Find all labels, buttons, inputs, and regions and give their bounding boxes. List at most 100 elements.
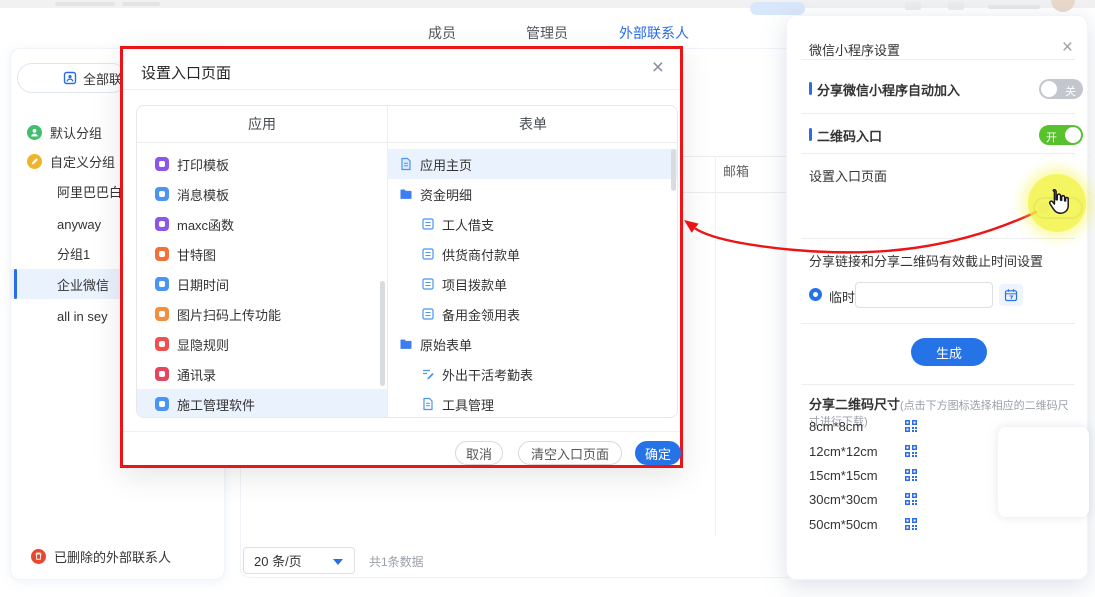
form-icon <box>421 307 435 321</box>
app-item[interactable]: maxc函数 <box>137 209 387 239</box>
app-item-label: 图片扫码上传功能 <box>177 305 281 324</box>
qr-download-icon[interactable] <box>904 444 918 458</box>
app-item-label: 打印模板 <box>177 155 229 174</box>
temporary-radio[interactable] <box>809 288 822 301</box>
form-icon <box>421 247 435 261</box>
toggle-knob <box>1065 127 1081 143</box>
app-icon <box>155 217 169 231</box>
close-icon[interactable]: × <box>1062 38 1073 57</box>
divider <box>801 384 1075 385</box>
avatar-fragment <box>1051 0 1075 12</box>
app-item-label: 施工管理软件 <box>177 395 255 414</box>
form-item-label: 供货商付款单 <box>442 245 520 264</box>
auto-join-toggle[interactable]: 关 <box>1039 79 1083 99</box>
form-item[interactable]: 备用金领用表 <box>387 299 678 329</box>
app-item[interactable]: 图片扫码上传功能 <box>137 299 387 329</box>
form-folder[interactable]: 原始表单 <box>387 329 678 359</box>
browser-top-strip <box>0 0 1095 8</box>
folder-icon <box>399 187 413 201</box>
qr-download-icon[interactable] <box>904 517 918 531</box>
tab-admins[interactable]: 管理员 <box>526 23 568 43</box>
top-bar-fragment <box>988 5 1040 9</box>
toggle-state-label: 关 <box>1065 83 1076 99</box>
qrcode-entry-toggle[interactable]: 开 <box>1039 125 1083 145</box>
calendar-button[interactable] <box>999 284 1023 306</box>
qr-download-icon[interactable] <box>904 492 918 506</box>
auto-join-label: 分享微信小程序自动加入 <box>817 80 960 99</box>
chevron-down-icon <box>333 559 343 565</box>
all-contacts-button[interactable]: 全部联 <box>17 63 127 93</box>
calendar-icon <box>1004 288 1018 302</box>
page-size-select[interactable]: 20 条/页 <box>243 547 355 574</box>
qr-download-icon[interactable] <box>904 468 918 482</box>
sidebar-item-label: anyway <box>57 217 101 232</box>
pen-icon <box>27 154 42 169</box>
page-icon <box>421 397 435 411</box>
form-list-scrollbar[interactable] <box>671 149 676 191</box>
app-item-label: maxc函数 <box>177 215 234 234</box>
app-item[interactable]: 甘特图 <box>137 239 387 269</box>
top-bar-fragment <box>905 2 921 10</box>
all-contacts-label: 全部联 <box>83 69 122 88</box>
app-item[interactable]: 日期时间 <box>137 269 387 299</box>
toggle-state-label: 开 <box>1046 129 1057 145</box>
tab-external-contacts[interactable]: 外部联系人 <box>619 23 689 43</box>
top-bar-fragment <box>948 2 964 10</box>
form-item-label: 外出干活考勤表 <box>442 365 533 384</box>
deleted-contacts-item[interactable]: 已删除的外部联系人 <box>11 541 223 571</box>
hand-cursor-icon <box>1044 184 1074 218</box>
qr-size-row: 8cm*8cm <box>809 416 863 436</box>
wechat-miniprogram-settings-panel: 微信小程序设置 × 分享微信小程序自动加入 关 二维码入口 开 设置入口页面 分… <box>786 15 1088 580</box>
app-item[interactable]: 显隐规则 <box>137 329 387 359</box>
panel-title: 微信小程序设置 <box>809 40 900 59</box>
form-item-label: 资金明细 <box>420 185 472 204</box>
sidebar-item-label: 默认分组 <box>50 123 102 142</box>
folder-icon <box>399 337 413 351</box>
form-item-label: 工具管理 <box>442 395 494 414</box>
column-header-form: 表单 <box>387 106 678 142</box>
form-icon <box>421 217 435 231</box>
table-column-divider <box>715 156 716 536</box>
form-item-label: 工人借支 <box>442 215 494 234</box>
form-item[interactable]: 工人借支 <box>387 209 678 239</box>
qr-size-row: 30cm*30cm <box>809 489 878 509</box>
qr-download-icon[interactable] <box>904 419 918 433</box>
form-item[interactable]: 工具管理 <box>387 389 678 418</box>
selected-indicator <box>14 269 17 299</box>
divider <box>801 238 1075 239</box>
clear-entry-page-button[interactable]: 清空入口页面 <box>518 441 622 465</box>
confirm-button[interactable]: 确定 <box>635 441 681 465</box>
generate-button[interactable]: 生成 <box>911 338 987 366</box>
app-item-selected[interactable]: 施工管理软件 <box>137 389 387 418</box>
app-icon <box>155 367 169 381</box>
section-marker <box>809 82 812 95</box>
close-icon[interactable]: × <box>652 57 664 78</box>
app-item[interactable]: 消息模板 <box>137 179 387 209</box>
sidebar-item-label: all in sey <box>57 309 108 324</box>
sidebar-item-label: 自定义分组 <box>50 152 115 171</box>
app-item[interactable]: 通讯录 <box>137 359 387 389</box>
form-folder[interactable]: 资金明细 <box>387 179 678 209</box>
toggle-knob <box>1041 81 1057 97</box>
app-item[interactable]: 打印模板 <box>137 149 387 179</box>
app-icon <box>155 397 169 411</box>
form-item-selected[interactable]: 应用主页 <box>387 149 678 179</box>
tab-members[interactable]: 成员 <box>428 23 456 43</box>
top-strip-mark <box>122 2 160 6</box>
divider <box>801 323 1075 324</box>
total-count-label: 共1条数据 <box>369 553 424 570</box>
app-list-scrollbar[interactable] <box>380 281 385 386</box>
form-item[interactable]: 外出干活考勤表 <box>387 359 678 389</box>
form-item[interactable]: 供货商付款单 <box>387 239 678 269</box>
app-icon <box>155 157 169 171</box>
deleted-contacts-label: 已删除的外部联系人 <box>54 547 171 566</box>
app-list: 打印模板 消息模板 maxc函数 甘特图 日期时间 图片扫码上传功能 <box>137 149 387 418</box>
cancel-button[interactable]: 取消 <box>455 441 503 465</box>
app-item-label: 日期时间 <box>177 275 229 294</box>
page-icon <box>399 157 413 171</box>
form-item[interactable]: 项目拨款单 <box>387 269 678 299</box>
hidden-button-fragment <box>750 2 805 15</box>
trash-icon <box>31 549 46 564</box>
column-header-email: 邮箱 <box>723 161 749 180</box>
expiry-date-input[interactable] <box>855 282 993 308</box>
